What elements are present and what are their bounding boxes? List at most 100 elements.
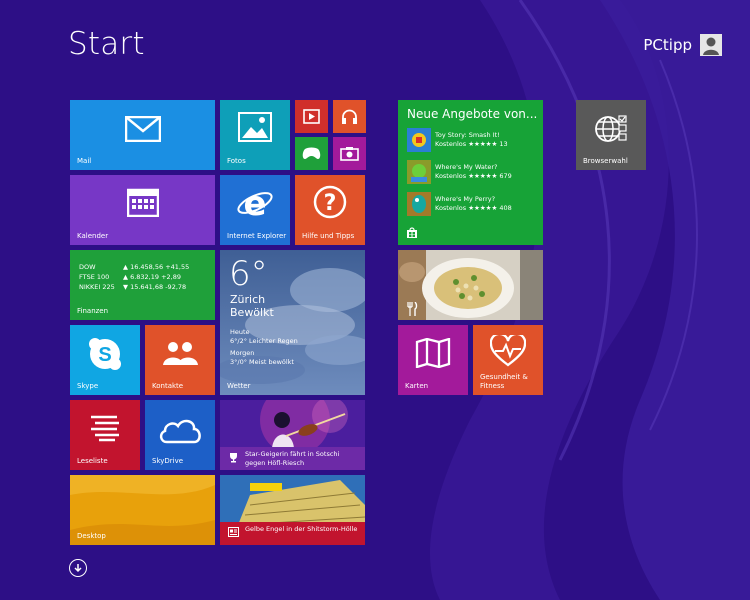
desktop-tile[interactable]: Desktop [70, 475, 215, 545]
arrow-down-icon [74, 564, 82, 573]
store-item: Where's My Perry? Kostenlos ★★★★★ 408 [407, 192, 512, 218]
svg-text:?: ? [324, 191, 337, 216]
hilfe-label: Hilfe und Tipps [302, 232, 355, 240]
weather-location: Zürich Bewölkt [230, 293, 274, 319]
food-tile[interactable] [398, 250, 543, 320]
news-caption: Gelbe Engel in der Shitstorm-Hölle [220, 522, 365, 545]
news-headline: Gelbe Engel in der Shitstorm-Hölle [245, 525, 358, 533]
calendar-icon [127, 188, 159, 217]
finance-name: DOW [79, 263, 96, 271]
games-tile[interactable] [295, 137, 328, 170]
mail-label: Mail [77, 157, 92, 165]
skype-icon: S [89, 338, 121, 370]
store-title: Neue Angebote von... [407, 107, 538, 121]
store-item: Toy Story: Smash It! Kostenlos ★★★★★ 13 [407, 128, 508, 154]
finance-value: ▲ 16.458,56 +41,55 [123, 263, 190, 271]
store-tile[interactable]: Neue Angebote von... Toy Story: Smash It… [398, 100, 543, 245]
skype-label: Skype [77, 382, 99, 390]
start-title: Start [68, 26, 145, 62]
forecast-tomorrow-label: Morgen [230, 349, 255, 357]
internet-explorer-label: Internet Explorer [227, 232, 287, 240]
forecast-today-text: 6°/2° Leichter Regen [230, 337, 298, 345]
camera-icon [340, 147, 359, 161]
heart-pulse-icon [490, 335, 526, 367]
mail-icon [125, 116, 161, 142]
finance-value: ▼ 15.641,68 -92,78 [123, 283, 187, 291]
kalender-label: Kalender [77, 232, 109, 240]
forecast-today-label: Heute [230, 328, 250, 336]
user-name: PCtipp [643, 36, 692, 54]
weather-city: Zürich [230, 293, 266, 306]
gesundheit-label: Gesundheit & Fitness [480, 373, 528, 390]
contacts-icon [163, 342, 198, 365]
forecast-tomorrow-text: 3°/0° Meist bewölkt [230, 358, 294, 366]
camera-tile[interactable] [333, 137, 366, 170]
finanzen-label: Finanzen [77, 307, 109, 315]
video-icon [303, 109, 320, 124]
reading-list-icon [91, 415, 119, 442]
karten-tile[interactable]: Karten [398, 325, 468, 395]
skydrive-tile[interactable]: SkyDrive [145, 400, 215, 470]
hilfe-tile[interactable]: ? Hilfe und Tipps [295, 175, 365, 245]
kalender-tile[interactable]: Kalender [70, 175, 215, 245]
sport-news-headline: Star-Geigerin fährt in Sotschi gegen Höf… [245, 450, 340, 467]
browserwahl-label: Browserwahl [583, 157, 628, 165]
finance-value: ▲ 6.832,19 +2,89 [123, 273, 181, 281]
weather-temperature: 6° [229, 254, 268, 294]
store-item-name: Toy Story: Smash It! [435, 131, 500, 139]
finance-name: FTSE 100 [79, 273, 110, 281]
browserwahl-tile[interactable]: Browserwahl [576, 100, 646, 170]
xbox-controller-icon [302, 147, 321, 159]
map-icon [415, 338, 451, 368]
user-avatar-icon [700, 34, 722, 56]
photos-icon [238, 112, 272, 142]
fork-knife-icon [407, 302, 418, 316]
news-tile[interactable]: Gelbe Engel in der Shitstorm-Hölle [220, 475, 365, 545]
mail-tile[interactable]: Mail [70, 100, 215, 170]
store-item-meta: Kostenlos ★★★★★ 679 [435, 172, 512, 180]
store-item-name: Where's My Perry? [435, 195, 496, 203]
headphones-icon [342, 109, 357, 124]
sport-news-caption: Star-Geigerin fährt in Sotschi gegen Höf… [220, 447, 365, 470]
wetter-tile[interactable]: 6° Zürich Bewölkt Heute 6°/2° Leichter R… [220, 250, 365, 395]
fotos-label: Fotos [227, 157, 246, 165]
internet-explorer-icon: e [237, 185, 273, 219]
finance-ticker: DOW ▲ 16.458,56 +41,55 FTSE 100 ▲ 6.832,… [79, 262, 193, 292]
finance-name: NIKKEI 225 [79, 283, 115, 291]
karten-label: Karten [405, 382, 429, 390]
skydrive-label: SkyDrive [152, 457, 184, 465]
kontakte-label: Kontakte [152, 382, 184, 390]
weather-condition: Bewölkt [230, 306, 274, 319]
wheres-my-water-app-icon [407, 160, 431, 184]
store-item-meta: Kostenlos ★★★★★ 408 [435, 204, 512, 212]
wheres-my-perry-app-icon [407, 192, 431, 216]
food-dish-photo [398, 250, 543, 320]
user-account[interactable]: PCtipp [643, 34, 722, 56]
store-item-name: Where's My Water? [435, 163, 498, 171]
desktop-label: Desktop [77, 532, 106, 540]
finanzen-tile[interactable]: DOW ▲ 16.458,56 +41,55 FTSE 100 ▲ 6.832,… [70, 250, 215, 320]
svg-text:e: e [243, 185, 266, 219]
kontakte-tile[interactable]: Kontakte [145, 325, 215, 395]
svg-text:S: S [98, 344, 111, 366]
all-apps-button[interactable] [69, 559, 87, 577]
skype-tile[interactable]: S Skype [70, 325, 140, 395]
leseliste-tile[interactable]: Leseliste [70, 400, 140, 470]
globe-checklist-icon [595, 115, 627, 142]
fotos-tile[interactable]: Fotos [220, 100, 290, 170]
music-tile[interactable] [333, 100, 366, 133]
help-icon: ? [313, 185, 347, 219]
trophy-icon [230, 453, 237, 463]
leseliste-label: Leseliste [77, 457, 108, 465]
video-tile[interactable] [295, 100, 328, 133]
newspaper-icon [228, 527, 239, 537]
toy-story-app-icon [407, 128, 431, 152]
wetter-label: Wetter [227, 382, 251, 390]
weather-forecast: Heute 6°/2° Leichter Regen Morgen 3°/0° … [230, 328, 298, 367]
gesundheit-tile[interactable]: Gesundheit & Fitness [473, 325, 543, 395]
sport-news-tile[interactable]: Star-Geigerin fährt in Sotschi gegen Höf… [220, 400, 365, 470]
store-item: Where's My Water? Kostenlos ★★★★★ 679 [407, 160, 512, 186]
cloud-icon [159, 419, 201, 444]
internet-explorer-tile[interactable]: e Internet Explorer [220, 175, 290, 245]
store-item-meta: Kostenlos ★★★★★ 13 [435, 140, 508, 148]
